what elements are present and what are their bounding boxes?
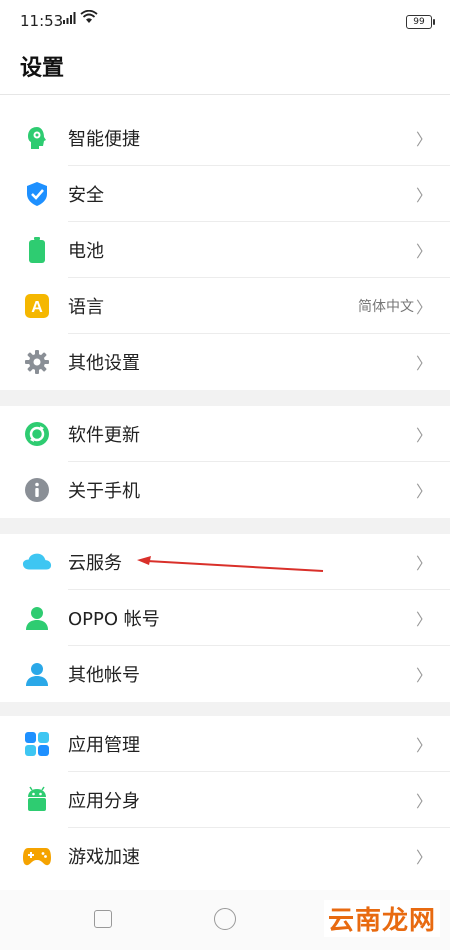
- chevron-right-icon: 〉: [415, 554, 432, 573]
- wifi-icon: [80, 9, 98, 24]
- row-smart-shortcuts[interactable]: 智能便捷 〉: [0, 110, 450, 166]
- row-label: 语言: [68, 297, 104, 318]
- chevron-right-icon: 〉: [415, 298, 432, 317]
- row-label: 游戏加速: [68, 847, 140, 868]
- annotation-arrow: [137, 556, 324, 572]
- row-other-settings[interactable]: 其他设置 〉: [0, 334, 450, 390]
- language-a-icon: A: [22, 291, 52, 321]
- settings-group-4: 应用管理 〉 应用分身 〉 游戏加速 〉: [0, 716, 450, 884]
- settings-group-2: 软件更新 〉 关于手机 〉: [0, 406, 450, 518]
- row-label: 安全: [68, 185, 104, 206]
- section-gap: [0, 702, 450, 716]
- row-label: 智能便捷: [68, 129, 140, 150]
- row-label: 应用管理: [68, 735, 140, 756]
- user-green-icon: [22, 603, 52, 633]
- row-software-update[interactable]: 软件更新 〉: [0, 406, 450, 462]
- row-language[interactable]: A 语言 简体中文 〉: [0, 278, 450, 334]
- row-security[interactable]: 安全 〉: [0, 166, 450, 222]
- battery-status-icon: 99: [406, 15, 435, 29]
- row-label: OPPO 帐号: [68, 609, 160, 630]
- head-gear-icon: [22, 123, 52, 153]
- row-game-acceleration[interactable]: 游戏加速 〉: [0, 828, 450, 884]
- chevron-right-icon: 〉: [415, 666, 432, 685]
- recents-button[interactable]: [94, 910, 112, 928]
- home-button[interactable]: [214, 908, 236, 930]
- chevron-right-icon: 〉: [415, 354, 432, 373]
- battery-icon: [22, 235, 52, 265]
- status-bar: 11:53 99: [0, 0, 450, 40]
- row-oppo-account[interactable]: OPPO 帐号 〉: [0, 590, 450, 646]
- chevron-right-icon: 〉: [415, 736, 432, 755]
- chevron-right-icon: 〉: [415, 610, 432, 629]
- android-icon: [22, 785, 52, 815]
- svg-text:A: A: [31, 299, 43, 316]
- update-icon: [22, 419, 52, 449]
- gamepad-icon: [22, 841, 52, 871]
- status-time: 11:53: [20, 12, 64, 30]
- chevron-right-icon: 〉: [415, 186, 432, 205]
- row-label: 电池: [68, 241, 104, 262]
- shield-icon: [22, 179, 52, 209]
- row-battery[interactable]: 电池 〉: [0, 222, 450, 278]
- chevron-right-icon: 〉: [415, 848, 432, 867]
- row-other-accounts[interactable]: 其他帐号 〉: [0, 646, 450, 702]
- title-divider: [0, 94, 450, 95]
- info-icon: [22, 475, 52, 505]
- row-label: 云服务: [68, 553, 122, 574]
- row-label: 应用分身: [68, 791, 140, 812]
- row-label: 其他设置: [68, 353, 140, 374]
- watermark: 云南龙网: [323, 900, 440, 937]
- row-about-phone[interactable]: 关于手机 〉: [0, 462, 450, 518]
- user-blue-icon: [22, 659, 52, 689]
- section-gap: [0, 518, 450, 534]
- row-label: 软件更新: [68, 425, 140, 446]
- row-value: 简体中文: [358, 299, 414, 315]
- chevron-right-icon: 〉: [415, 482, 432, 501]
- cloud-icon: [22, 547, 52, 577]
- section-gap: [0, 390, 450, 406]
- chevron-right-icon: 〉: [415, 242, 432, 261]
- row-app-clone[interactable]: 应用分身 〉: [0, 772, 450, 828]
- gear-icon: [22, 347, 52, 377]
- signal-icon: [62, 12, 78, 27]
- row-app-management[interactable]: 应用管理 〉: [0, 716, 450, 772]
- page-title: 设置: [20, 56, 65, 81]
- row-label: 关于手机: [68, 481, 140, 502]
- chevron-right-icon: 〉: [415, 426, 432, 445]
- row-label: 其他帐号: [68, 665, 140, 686]
- chevron-right-icon: 〉: [415, 792, 432, 811]
- settings-group-1: 智能便捷 〉 安全 〉 电池 〉 A 语言 简体中文 〉 其他设置 〉: [0, 110, 450, 390]
- grid-icon: [22, 729, 52, 759]
- chevron-right-icon: 〉: [415, 130, 432, 149]
